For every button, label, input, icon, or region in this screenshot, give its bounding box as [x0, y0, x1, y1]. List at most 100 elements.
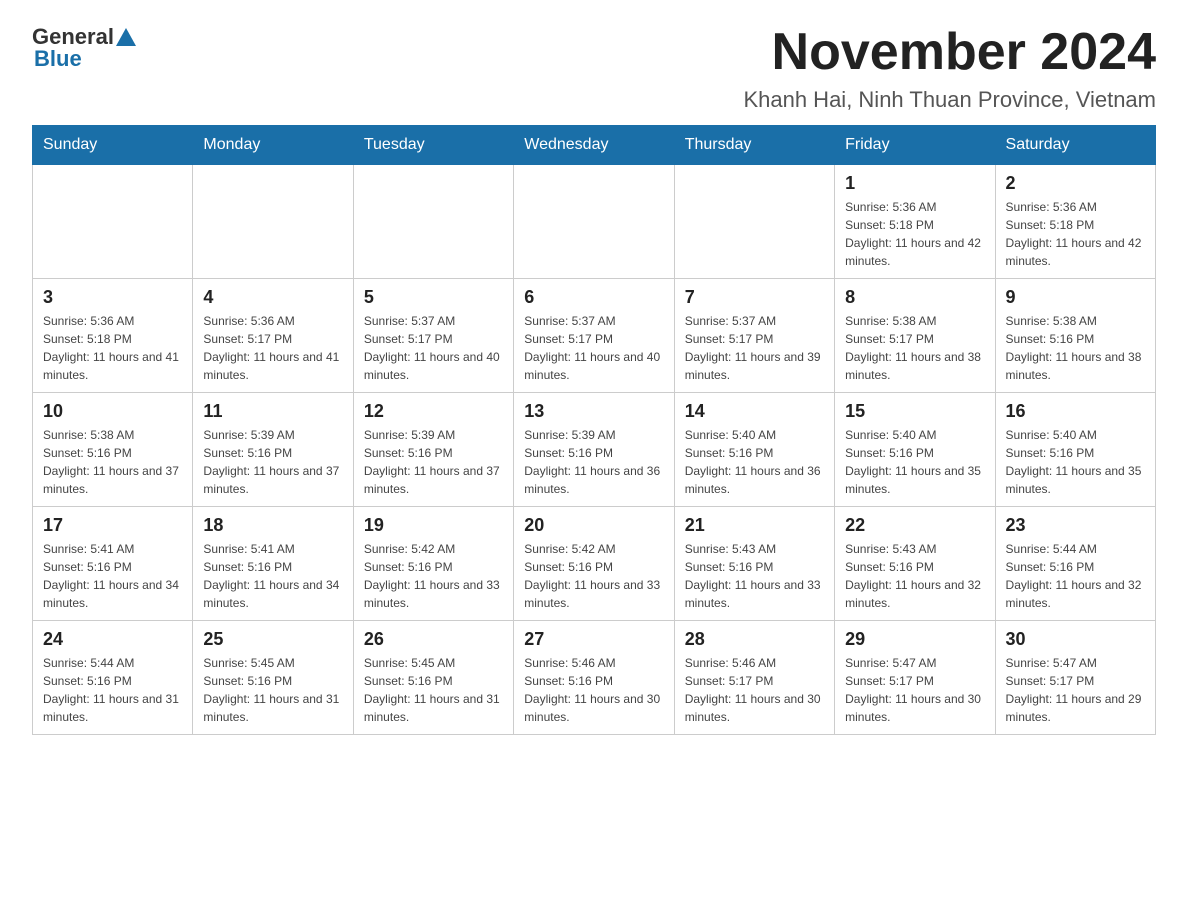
calendar-cell: 25 Sunrise: 5:45 AMSunset: 5:16 PMDayligh… [193, 621, 353, 735]
day-number: 20 [524, 515, 663, 536]
calendar-cell: 20 Sunrise: 5:42 AMSunset: 5:16 PMDayligh… [514, 507, 674, 621]
day-info: Sunrise: 5:45 AMSunset: 5:16 PMDaylight:… [364, 654, 503, 726]
calendar-cell: 12 Sunrise: 5:39 AMSunset: 5:16 PMDayligh… [353, 393, 513, 507]
day-number: 23 [1006, 515, 1145, 536]
calendar-cell [353, 165, 513, 279]
day-info: Sunrise: 5:45 AMSunset: 5:16 PMDaylight:… [203, 654, 342, 726]
day-number: 13 [524, 401, 663, 422]
col-header-tuesday: Tuesday [353, 126, 513, 165]
day-info: Sunrise: 5:43 AMSunset: 5:16 PMDaylight:… [685, 540, 824, 612]
day-info: Sunrise: 5:47 AMSunset: 5:17 PMDaylight:… [845, 654, 984, 726]
calendar-cell: 6 Sunrise: 5:37 AMSunset: 5:17 PMDaylight… [514, 279, 674, 393]
calendar-cell: 21 Sunrise: 5:43 AMSunset: 5:16 PMDayligh… [674, 507, 834, 621]
calendar-cell: 13 Sunrise: 5:39 AMSunset: 5:16 PMDayligh… [514, 393, 674, 507]
calendar-table: SundayMondayTuesdayWednesdayThursdayFrid… [32, 125, 1156, 735]
calendar-cell: 8 Sunrise: 5:38 AMSunset: 5:17 PMDaylight… [835, 279, 995, 393]
calendar-cell [33, 165, 193, 279]
day-number: 28 [685, 629, 824, 650]
calendar-cell: 27 Sunrise: 5:46 AMSunset: 5:16 PMDayligh… [514, 621, 674, 735]
day-info: Sunrise: 5:46 AMSunset: 5:17 PMDaylight:… [685, 654, 824, 726]
week-row-4: 17Sunrise: 5:41 AMSunset: 5:16 PMDayligh… [33, 507, 1156, 621]
col-header-friday: Friday [835, 126, 995, 165]
day-info: Sunrise: 5:44 AMSunset: 5:16 PMDaylight:… [1006, 540, 1145, 612]
calendar-cell: 7 Sunrise: 5:37 AMSunset: 5:17 PMDaylight… [674, 279, 834, 393]
day-info: Sunrise: 5:37 AMSunset: 5:17 PMDaylight:… [685, 312, 824, 384]
calendar-cell [674, 165, 834, 279]
day-number: 30 [1006, 629, 1145, 650]
day-info: Sunrise: 5:42 AMSunset: 5:16 PMDaylight:… [364, 540, 503, 612]
day-number: 11 [203, 401, 342, 422]
day-info: Sunrise: 5:40 AMSunset: 5:16 PMDaylight:… [1006, 426, 1145, 498]
title-section: November 2024 Khanh Hai, Ninh Thuan Prov… [743, 24, 1156, 113]
calendar-cell: 2 Sunrise: 5:36 AMSunset: 5:18 PMDaylight… [995, 165, 1155, 279]
day-info: Sunrise: 5:41 AMSunset: 5:16 PMDaylight:… [203, 540, 342, 612]
day-info: Sunrise: 5:38 AMSunset: 5:16 PMDaylight:… [1006, 312, 1145, 384]
day-number: 2 [1006, 173, 1145, 194]
day-number: 6 [524, 287, 663, 308]
col-header-saturday: Saturday [995, 126, 1155, 165]
calendar-title: November 2024 [743, 24, 1156, 81]
day-info: Sunrise: 5:37 AMSunset: 5:17 PMDaylight:… [364, 312, 503, 384]
day-number: 15 [845, 401, 984, 422]
day-info: Sunrise: 5:39 AMSunset: 5:16 PMDaylight:… [524, 426, 663, 498]
day-info: Sunrise: 5:40 AMSunset: 5:16 PMDaylight:… [845, 426, 984, 498]
week-row-3: 10Sunrise: 5:38 AMSunset: 5:16 PMDayligh… [33, 393, 1156, 507]
day-info: Sunrise: 5:41 AMSunset: 5:16 PMDaylight:… [43, 540, 182, 612]
day-info: Sunrise: 5:40 AMSunset: 5:16 PMDaylight:… [685, 426, 824, 498]
day-number: 8 [845, 287, 984, 308]
day-info: Sunrise: 5:46 AMSunset: 5:16 PMDaylight:… [524, 654, 663, 726]
col-header-wednesday: Wednesday [514, 126, 674, 165]
day-number: 25 [203, 629, 342, 650]
day-number: 22 [845, 515, 984, 536]
day-info: Sunrise: 5:42 AMSunset: 5:16 PMDaylight:… [524, 540, 663, 612]
calendar-cell: 17Sunrise: 5:41 AMSunset: 5:16 PMDayligh… [33, 507, 193, 621]
day-number: 3 [43, 287, 182, 308]
week-row-5: 24Sunrise: 5:44 AMSunset: 5:16 PMDayligh… [33, 621, 1156, 735]
day-number: 27 [524, 629, 663, 650]
day-info: Sunrise: 5:36 AMSunset: 5:18 PMDaylight:… [845, 198, 984, 270]
calendar-cell: 23 Sunrise: 5:44 AMSunset: 5:16 PMDayligh… [995, 507, 1155, 621]
day-info: Sunrise: 5:47 AMSunset: 5:17 PMDaylight:… [1006, 654, 1145, 726]
calendar-cell: 24Sunrise: 5:44 AMSunset: 5:16 PMDayligh… [33, 621, 193, 735]
calendar-cell: 14 Sunrise: 5:40 AMSunset: 5:16 PMDayligh… [674, 393, 834, 507]
calendar-header-row: SundayMondayTuesdayWednesdayThursdayFrid… [33, 126, 1156, 165]
calendar-cell: 19 Sunrise: 5:42 AMSunset: 5:16 PMDayligh… [353, 507, 513, 621]
calendar-cell: 22 Sunrise: 5:43 AMSunset: 5:16 PMDayligh… [835, 507, 995, 621]
day-number: 19 [364, 515, 503, 536]
day-info: Sunrise: 5:36 AMSunset: 5:17 PMDaylight:… [203, 312, 342, 384]
day-info: Sunrise: 5:39 AMSunset: 5:16 PMDaylight:… [364, 426, 503, 498]
day-number: 18 [203, 515, 342, 536]
calendar-cell: 30 Sunrise: 5:47 AMSunset: 5:17 PMDayligh… [995, 621, 1155, 735]
col-header-sunday: Sunday [33, 126, 193, 165]
day-number: 14 [685, 401, 824, 422]
week-row-2: 3 Sunrise: 5:36 AMSunset: 5:18 PMDaylight… [33, 279, 1156, 393]
day-number: 26 [364, 629, 503, 650]
day-info: Sunrise: 5:43 AMSunset: 5:16 PMDaylight:… [845, 540, 984, 612]
day-number: 4 [203, 287, 342, 308]
day-number: 29 [845, 629, 984, 650]
day-info: Sunrise: 5:36 AMSunset: 5:18 PMDaylight:… [1006, 198, 1145, 270]
day-number: 16 [1006, 401, 1145, 422]
day-number: 10 [43, 401, 182, 422]
day-number: 12 [364, 401, 503, 422]
calendar-cell: 10Sunrise: 5:38 AMSunset: 5:16 PMDayligh… [33, 393, 193, 507]
col-header-thursday: Thursday [674, 126, 834, 165]
calendar-cell: 18 Sunrise: 5:41 AMSunset: 5:16 PMDayligh… [193, 507, 353, 621]
calendar-cell: 29 Sunrise: 5:47 AMSunset: 5:17 PMDayligh… [835, 621, 995, 735]
day-number: 1 [845, 173, 984, 194]
page-header: General Blue November 2024 Khanh Hai, Ni… [32, 24, 1156, 113]
calendar-cell [193, 165, 353, 279]
calendar-cell: 26 Sunrise: 5:45 AMSunset: 5:16 PMDayligh… [353, 621, 513, 735]
logo-blue-text: Blue [34, 46, 82, 72]
day-info: Sunrise: 5:38 AMSunset: 5:17 PMDaylight:… [845, 312, 984, 384]
calendar-cell: 5 Sunrise: 5:37 AMSunset: 5:17 PMDaylight… [353, 279, 513, 393]
calendar-cell: 28 Sunrise: 5:46 AMSunset: 5:17 PMDayligh… [674, 621, 834, 735]
day-number: 5 [364, 287, 503, 308]
logo-triangle-icon [116, 28, 136, 46]
day-number: 21 [685, 515, 824, 536]
calendar-cell: 3 Sunrise: 5:36 AMSunset: 5:18 PMDaylight… [33, 279, 193, 393]
day-info: Sunrise: 5:37 AMSunset: 5:17 PMDaylight:… [524, 312, 663, 384]
day-info: Sunrise: 5:36 AMSunset: 5:18 PMDaylight:… [43, 312, 182, 384]
calendar-cell: 16 Sunrise: 5:40 AMSunset: 5:16 PMDayligh… [995, 393, 1155, 507]
day-number: 7 [685, 287, 824, 308]
